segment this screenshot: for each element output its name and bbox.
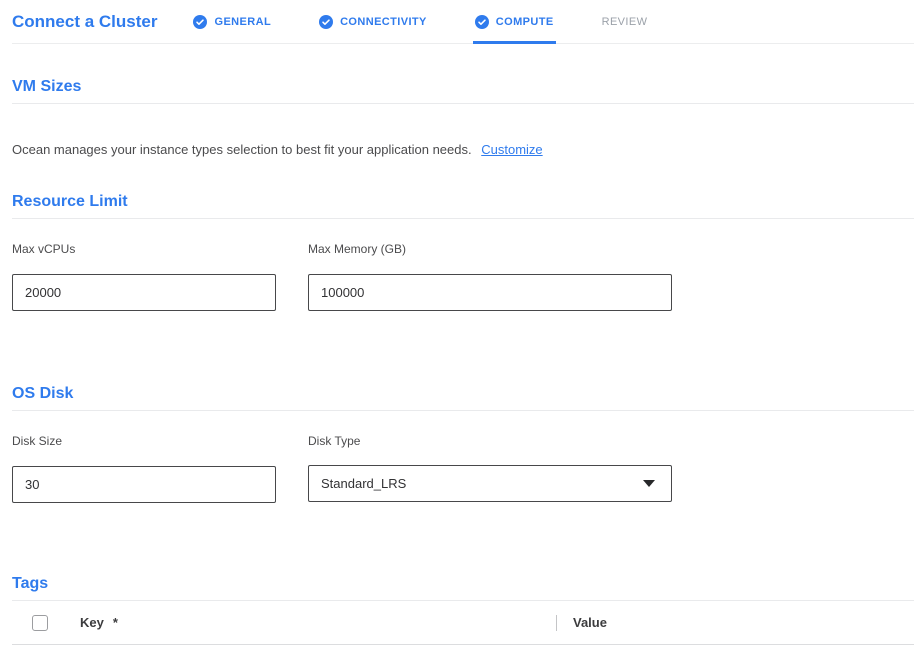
tags-heading: Tags	[12, 575, 914, 601]
key-column-label: Key	[80, 615, 104, 630]
disk-type-label: Disk Type	[308, 434, 672, 448]
select-all-checkbox[interactable]	[32, 615, 48, 631]
vm-sizes-heading: VM Sizes	[12, 78, 914, 104]
tab-connectivity[interactable]: CONNECTIVITY	[319, 0, 427, 43]
tags-value-column-header: Value	[573, 615, 607, 630]
customize-link[interactable]: Customize	[481, 142, 542, 157]
vm-sizes-description-row: Ocean manages your instance types select…	[12, 142, 914, 157]
check-circle-icon	[319, 15, 333, 29]
os-disk-fields: Disk Size Disk Type Standard_LRS	[12, 434, 914, 503]
tab-label: GENERAL	[214, 16, 271, 28]
wizard-tabs: GENERAL CONNECTIVITY COMPUTE REVIEW	[193, 0, 647, 43]
tags-key-column-header: Key *	[80, 615, 556, 630]
page-title: Connect a Cluster	[12, 12, 157, 32]
disk-size-label: Disk Size	[12, 434, 276, 448]
max-memory-input[interactable]	[308, 274, 672, 311]
caret-down-icon	[643, 480, 655, 487]
tab-compute[interactable]: COMPUTE	[475, 0, 554, 43]
connect-cluster-page: Connect a Cluster GENERAL CONNECTIVITY C…	[0, 0, 914, 645]
disk-type-field-group: Disk Type Standard_LRS	[308, 434, 672, 503]
max-memory-field-group: Max Memory (GB)	[308, 242, 672, 311]
disk-type-selected-value: Standard_LRS	[321, 476, 406, 491]
tab-label: CONNECTIVITY	[340, 16, 427, 28]
disk-size-input[interactable]	[12, 466, 276, 503]
max-memory-label: Max Memory (GB)	[308, 242, 672, 256]
disk-type-select[interactable]: Standard_LRS	[308, 465, 672, 502]
wizard-header: Connect a Cluster GENERAL CONNECTIVITY C…	[12, 0, 914, 44]
tab-label: REVIEW	[602, 16, 648, 28]
max-vcpus-field-group: Max vCPUs	[12, 242, 276, 311]
resource-limit-fields: Max vCPUs Max Memory (GB)	[12, 242, 914, 311]
column-divider	[556, 615, 557, 631]
max-vcpus-label: Max vCPUs	[12, 242, 276, 256]
max-vcpus-input[interactable]	[12, 274, 276, 311]
check-circle-icon	[193, 15, 207, 29]
tab-general[interactable]: GENERAL	[193, 0, 271, 43]
tab-review[interactable]: REVIEW	[602, 0, 648, 43]
required-asterisk: *	[113, 615, 118, 630]
resource-limit-heading: Resource Limit	[12, 193, 914, 219]
os-disk-heading: OS Disk	[12, 385, 914, 411]
disk-size-field-group: Disk Size	[12, 434, 276, 503]
vm-sizes-description: Ocean manages your instance types select…	[12, 142, 472, 157]
check-circle-icon	[475, 15, 489, 29]
tab-label: COMPUTE	[496, 16, 554, 28]
tags-table-header: Key * Value	[12, 601, 914, 645]
